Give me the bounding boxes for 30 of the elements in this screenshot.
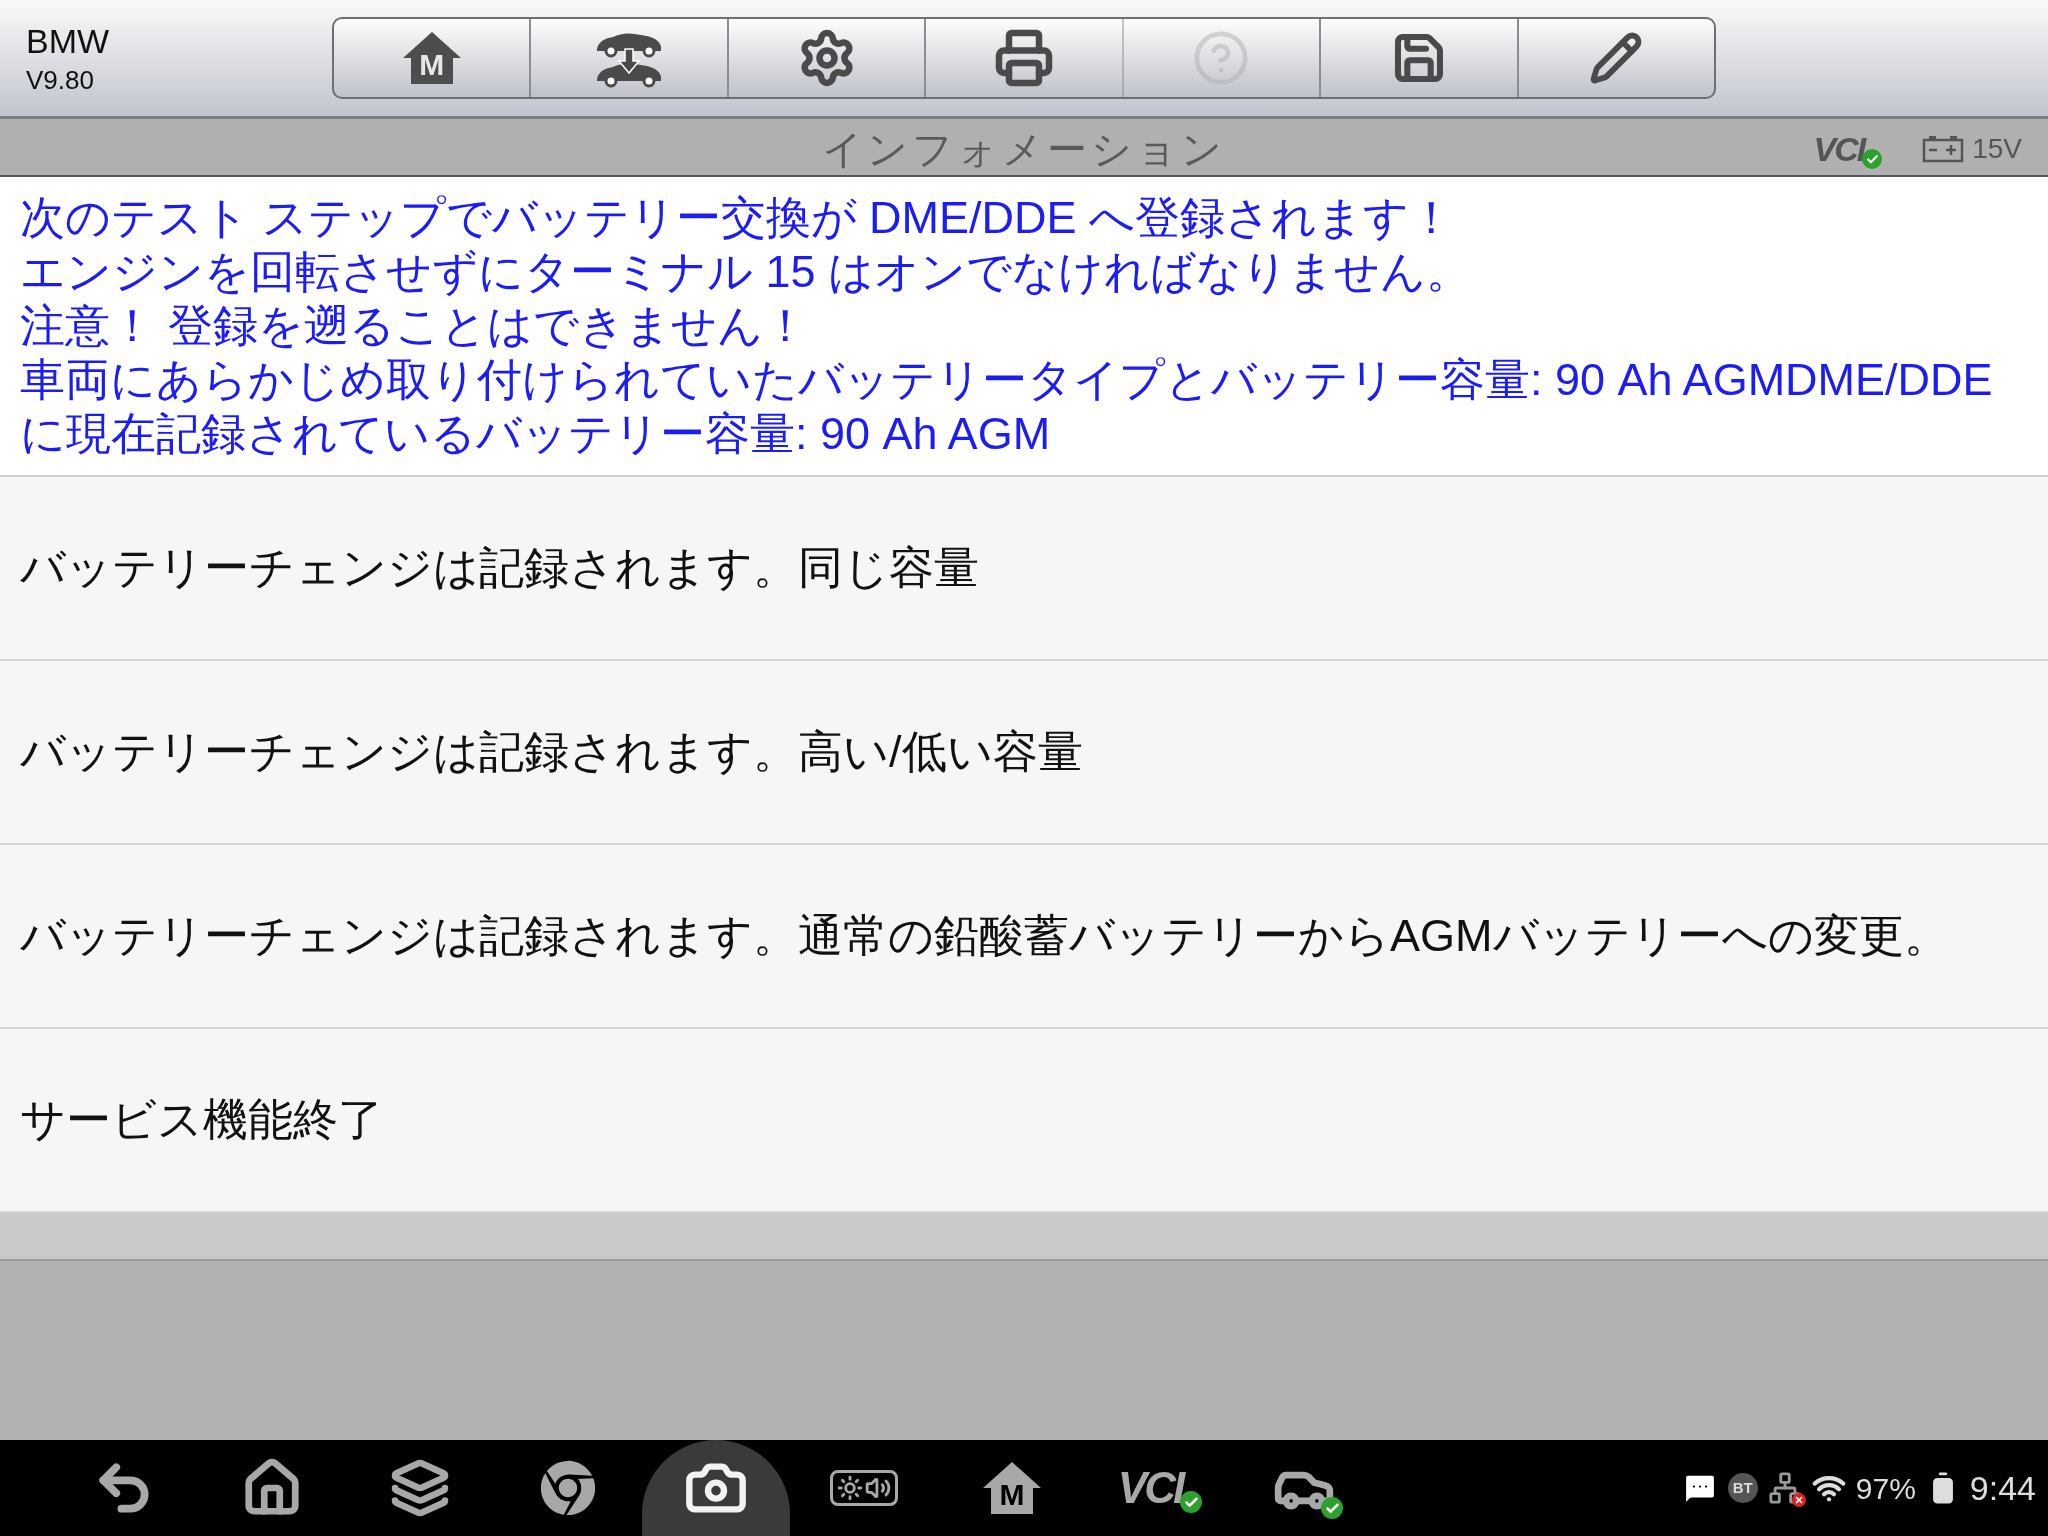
info-text: エンジンを回転させずにターミナル 15 はオンでなければなりません。 [20,245,1473,299]
menu-item[interactable]: バッテリーチェンジは記録されます。通常の鉛酸蓄バッテリーからAGMバッテリーへの変更。 [0,845,2048,1029]
taskbar-button[interactable]: VCI [1086,1440,1234,1536]
info-text: 次のテスト ステップでバッテリー交換が DME/DDE へ登録されます！ [20,191,1456,245]
bluetooth-indicator: BT [1727,1473,1758,1503]
menu-item[interactable]: サービス機能終了 [0,1029,2048,1213]
info-text: に現在記録されているバッテリー容量: 90 Ah AGM [20,407,1052,461]
printer-icon [993,28,1054,88]
vci-label: VCI [1117,1463,1185,1513]
check-badge-icon [1321,1497,1343,1519]
clock: 9:44 [1969,1467,2036,1509]
vci-label: VCI [1813,129,1867,169]
menu-item[interactable]: バッテリーチェンジは記録されます。同じ容量 [0,477,2048,661]
menu-item[interactable]: バッテリーチェンジは記録されます。高い/低い容量 [0,661,2048,845]
taskbar-button[interactable]: M [938,1440,1086,1536]
info-text: 車両にあらかじめ取り付けられていたバッテリータイプとバッテリー容量: 90 Ah AGMDME/DDE [20,353,1994,407]
battery-icon [1922,135,1965,163]
info-text: 注意！ 登録を遡ることはできません！ [20,299,809,353]
recent-apps-icon [390,1458,450,1518]
toolbar-button[interactable]: M [334,19,530,97]
help-icon [1192,29,1251,87]
battery-voltage: 15V [1972,132,2022,166]
pencil-icon [1589,31,1644,85]
brightness-volume-icon [830,1470,898,1506]
app-version: V9.80 [26,64,95,97]
battery-percent: 97% [1855,1470,1916,1507]
app-name: BMW [26,21,111,62]
m-house-icon: M [981,1460,1043,1516]
browser-icon [540,1460,596,1516]
screen-title: インフォメーション [822,126,1226,173]
